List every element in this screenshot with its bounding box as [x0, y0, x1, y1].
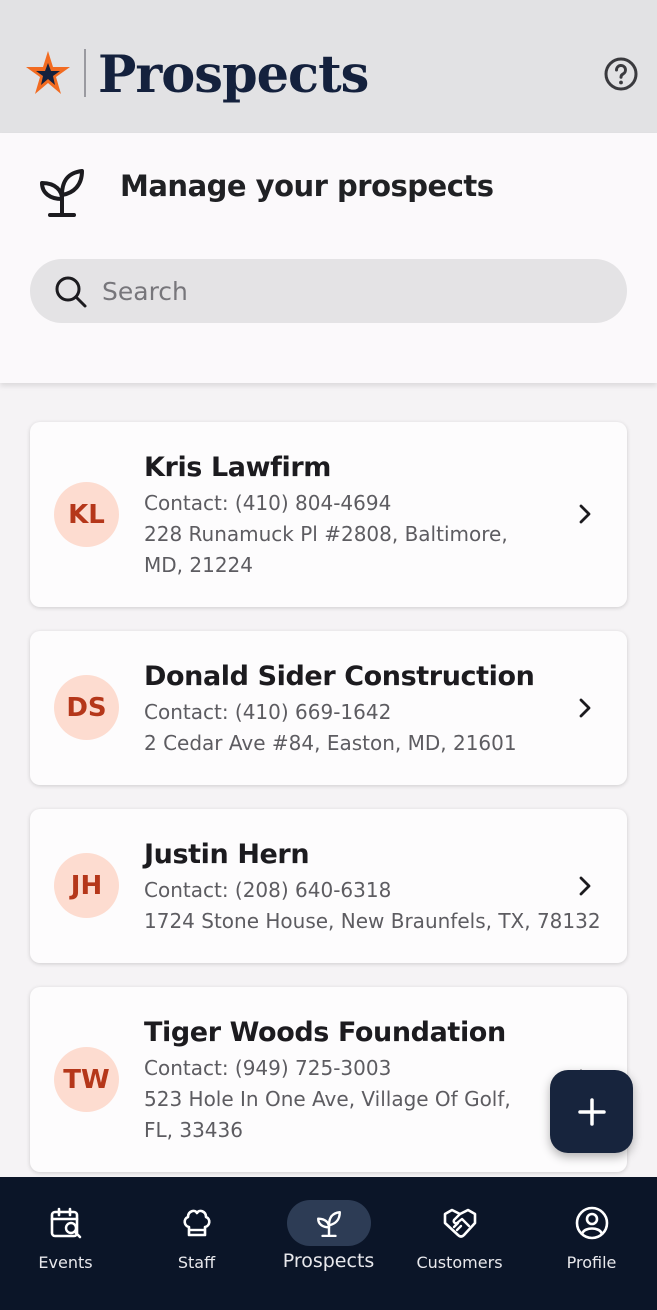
avatar: KL — [54, 482, 119, 547]
nav-item-events[interactable]: Events — [0, 1177, 131, 1310]
active-indicator — [286, 1200, 371, 1246]
chevron-right-icon — [579, 504, 591, 524]
chef-hat-icon — [182, 1209, 211, 1237]
help-circle-icon[interactable] — [603, 56, 639, 92]
prospect-card[interactable]: TW Tiger Woods Foundation Contact: (949)… — [30, 987, 627, 1172]
search-icon — [55, 276, 87, 308]
calendar-search-icon — [50, 1207, 81, 1239]
prospect-name: Tiger Woods Foundation — [144, 1017, 506, 1048]
search-input[interactable] — [102, 273, 602, 309]
nav-label: Profile — [566, 1253, 617, 1272]
nav-item-prospects[interactable]: Prospects — [263, 1177, 394, 1310]
add-prospect-button[interactable] — [550, 1070, 633, 1153]
prospect-name: Justin Hern — [144, 839, 310, 870]
avatar: TW — [54, 1047, 119, 1112]
nav-label: Prospects — [282, 1250, 375, 1272]
avatar: JH — [54, 853, 119, 918]
prospect-card[interactable]: JH Justin Hern Contact: (208) 640-6318 1… — [30, 809, 627, 963]
nav-label: Events — [38, 1253, 93, 1272]
manage-panel: Manage your prospects — [0, 133, 657, 383]
app-header: Prospects — [0, 0, 657, 133]
sprout-icon — [316, 1211, 341, 1237]
prospect-contact: Contact: (949) 725-3003 — [144, 1056, 392, 1080]
nav-item-staff[interactable]: Staff — [131, 1177, 262, 1310]
nav-label: Customers — [416, 1253, 503, 1272]
nav-item-customers[interactable]: Customers — [394, 1177, 525, 1310]
prospect-address: 1724 Stone House, New Braunfels, TX, 781… — [144, 909, 601, 933]
prospect-contact: Contact: (410) 804-4694 — [144, 491, 392, 515]
prospect-name: Kris Lawfirm — [144, 452, 331, 483]
prospect-contact: Contact: (208) 640-6318 — [144, 878, 392, 902]
avatar: DS — [54, 675, 119, 740]
page-title: Prospects — [98, 45, 369, 105]
prospect-card[interactable]: KL Kris Lawfirm Contact: (410) 804-4694 … — [30, 422, 627, 607]
prospect-name: Donald Sider Construction — [144, 661, 535, 692]
chevron-right-icon — [579, 876, 591, 896]
prospect-address: 228 Runamuck Pl #2808, Baltimore, MD, 21… — [144, 522, 508, 577]
plus-icon — [577, 1097, 606, 1126]
handshake-icon — [443, 1208, 476, 1238]
nav-item-profile[interactable]: Profile — [526, 1177, 657, 1310]
user-circle-icon — [575, 1206, 608, 1240]
bottom-nav: Events Staff Prospects Customers Profile — [0, 1177, 657, 1310]
panel-title: Manage your prospects — [120, 169, 494, 203]
prospect-address: 2 Cedar Ave #84, Easton, MD, 21601 — [144, 731, 517, 755]
nav-label: Staff — [177, 1253, 216, 1272]
chevron-right-icon — [579, 698, 591, 718]
search-bar[interactable] — [30, 259, 627, 323]
prospect-list: KL Kris Lawfirm Contact: (410) 804-4694 … — [0, 383, 657, 1177]
logo-divider — [84, 49, 86, 97]
star-logo-icon — [26, 51, 70, 94]
prospect-address: 523 Hole In One Ave, Village Of Golf, FL… — [144, 1087, 511, 1142]
prospect-card[interactable]: DS Donald Sider Construction Contact: (4… — [30, 631, 627, 785]
prospect-contact: Contact: (410) 669-1642 — [144, 700, 392, 724]
sprout-icon — [40, 169, 84, 217]
